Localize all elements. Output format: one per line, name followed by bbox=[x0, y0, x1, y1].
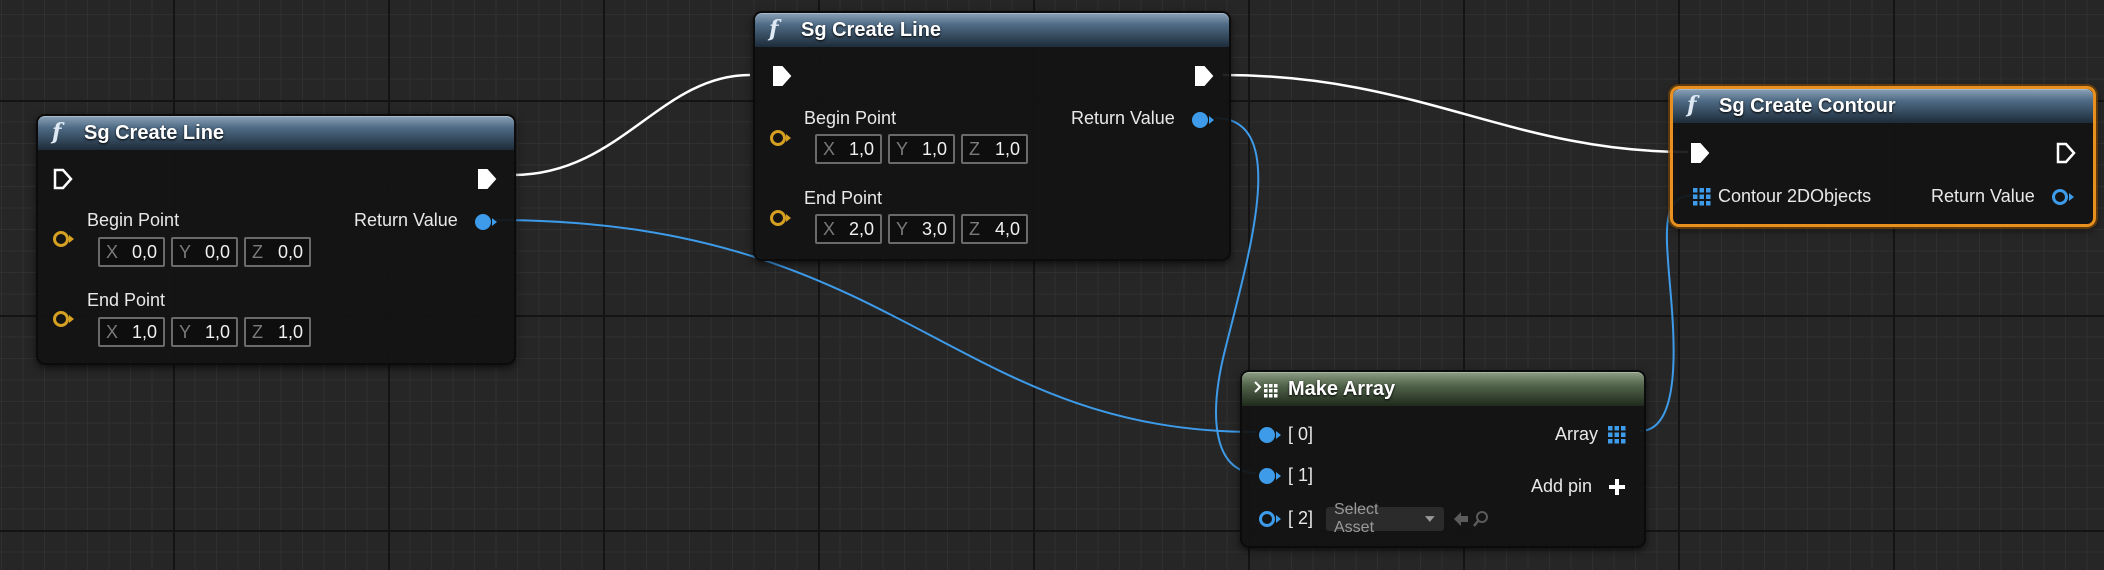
struct-pin-icon[interactable] bbox=[769, 128, 793, 148]
exec-pin-icon[interactable] bbox=[771, 65, 793, 87]
array-pin-0-label: [ 0] bbox=[1288, 424, 1314, 444]
function-icon: f bbox=[769, 16, 779, 42]
contour-2dobjects-label: Contour 2DObjects bbox=[1718, 186, 1872, 206]
y-field[interactable]: Y 0,0 bbox=[171, 237, 238, 267]
node-header[interactable]: f Sg Create Line bbox=[755, 13, 1229, 47]
exec-wire-line2-to-contour bbox=[1222, 73, 1689, 154]
return-value-label: Return Value bbox=[1071, 108, 1175, 128]
node-title: Sg Create Line bbox=[801, 19, 942, 41]
select-asset-dropdown[interactable]: Select Asset bbox=[1326, 501, 1444, 536]
return-value-label: Return Value bbox=[354, 210, 458, 230]
node-header[interactable]: f Sg Create Line bbox=[38, 116, 514, 150]
z-field[interactable]: Z 0,0 bbox=[244, 237, 311, 267]
struct-pin-icon[interactable] bbox=[52, 229, 76, 249]
x-field[interactable]: X 0,0 bbox=[98, 237, 165, 267]
exec-pin-icon[interactable] bbox=[2055, 142, 2077, 164]
end-point-vector: X 2,0 Y 3,0 Z 4,0 bbox=[815, 214, 1028, 244]
z-field[interactable]: Z 1,0 bbox=[961, 134, 1028, 164]
struct-pin-icon[interactable] bbox=[769, 208, 793, 228]
array-output-label: Array bbox=[1555, 424, 1599, 444]
function-icon: f bbox=[1687, 92, 1697, 118]
struct-pin-icon[interactable] bbox=[52, 309, 76, 329]
array-wire-to-contour bbox=[1639, 194, 1698, 432]
arrow-left-icon[interactable] bbox=[1452, 510, 1470, 528]
begin-point-vector: X 0,0 Y 0,0 Z 0,0 bbox=[98, 237, 311, 267]
begin-point-vector: X 1,0 Y 1,0 Z 1,0 bbox=[815, 134, 1028, 164]
array-grid-icon[interactable] bbox=[1693, 188, 1711, 206]
object-pin-icon[interactable] bbox=[1189, 109, 1215, 131]
x-field[interactable]: X 1,0 bbox=[98, 317, 165, 347]
node-title: Sg Create Contour bbox=[1719, 95, 1896, 117]
begin-point-label: Begin Point bbox=[87, 210, 180, 230]
exec-pin-icon[interactable] bbox=[1689, 142, 1711, 164]
function-icon: f bbox=[52, 119, 62, 145]
x-field[interactable]: X 2,0 bbox=[815, 214, 882, 244]
y-field[interactable]: Y 3,0 bbox=[888, 214, 955, 244]
end-point-vector: X 1,0 Y 1,0 Z 1,0 bbox=[98, 317, 311, 347]
object-pin-icon[interactable] bbox=[1256, 424, 1282, 446]
begin-point-label: Begin Point bbox=[804, 108, 897, 128]
object-pin-icon[interactable] bbox=[1256, 465, 1282, 487]
array-grid-icon[interactable] bbox=[1608, 426, 1626, 444]
node-sg-create-contour[interactable]: f Sg Create Contour Contour 2DObjects Re… bbox=[1670, 86, 2096, 227]
add-pin-label[interactable]: Add pin bbox=[1531, 476, 1592, 497]
search-icon[interactable] bbox=[1472, 510, 1490, 528]
exec-pin-icon[interactable] bbox=[476, 168, 498, 190]
y-field[interactable]: Y 1,0 bbox=[888, 134, 955, 164]
node-make-array[interactable]: Make Array [ 0] [ 1] [ 2] Select Asset A… bbox=[1240, 370, 1646, 548]
node-header[interactable]: f Sg Create Contour bbox=[1673, 89, 2093, 123]
node-header[interactable]: Make Array bbox=[1242, 372, 1644, 406]
array-pin-1-label: [ 1] bbox=[1288, 465, 1314, 485]
make-array-icon bbox=[1254, 381, 1278, 398]
node-sg-create-line-1[interactable]: f Sg Create Line Begin Point X 0,0 Y 0,0 Z… bbox=[36, 114, 516, 365]
exec-pin-icon[interactable] bbox=[52, 168, 74, 190]
object-pin-icon[interactable] bbox=[1256, 508, 1282, 530]
y-field[interactable]: Y 1,0 bbox=[171, 317, 238, 347]
chevron-down-icon bbox=[1425, 516, 1436, 522]
object-pin-icon[interactable] bbox=[2049, 186, 2075, 208]
plus-icon[interactable] bbox=[1608, 478, 1626, 496]
node-title: Make Array bbox=[1288, 378, 1396, 400]
end-point-label: End Point bbox=[804, 188, 883, 208]
exec-pin-icon[interactable] bbox=[1193, 65, 1215, 87]
z-field[interactable]: Z 4,0 bbox=[961, 214, 1028, 244]
node-title: Sg Create Line bbox=[84, 122, 225, 144]
exec-wire-line1-to-line2 bbox=[512, 73, 751, 177]
x-field[interactable]: X 1,0 bbox=[815, 134, 882, 164]
object-pin-icon[interactable] bbox=[472, 211, 498, 233]
z-field[interactable]: Z 1,0 bbox=[244, 317, 311, 347]
return-value-label: Return Value bbox=[1931, 186, 2035, 206]
end-point-label: End Point bbox=[87, 290, 166, 310]
array-pin-2-label: [ 2] bbox=[1288, 508, 1314, 528]
node-sg-create-line-2[interactable]: f Sg Create Line Begin Point X 1,0 Y 1,0 Z… bbox=[753, 11, 1231, 261]
select-asset-label: Select Asset bbox=[1334, 501, 1379, 536]
